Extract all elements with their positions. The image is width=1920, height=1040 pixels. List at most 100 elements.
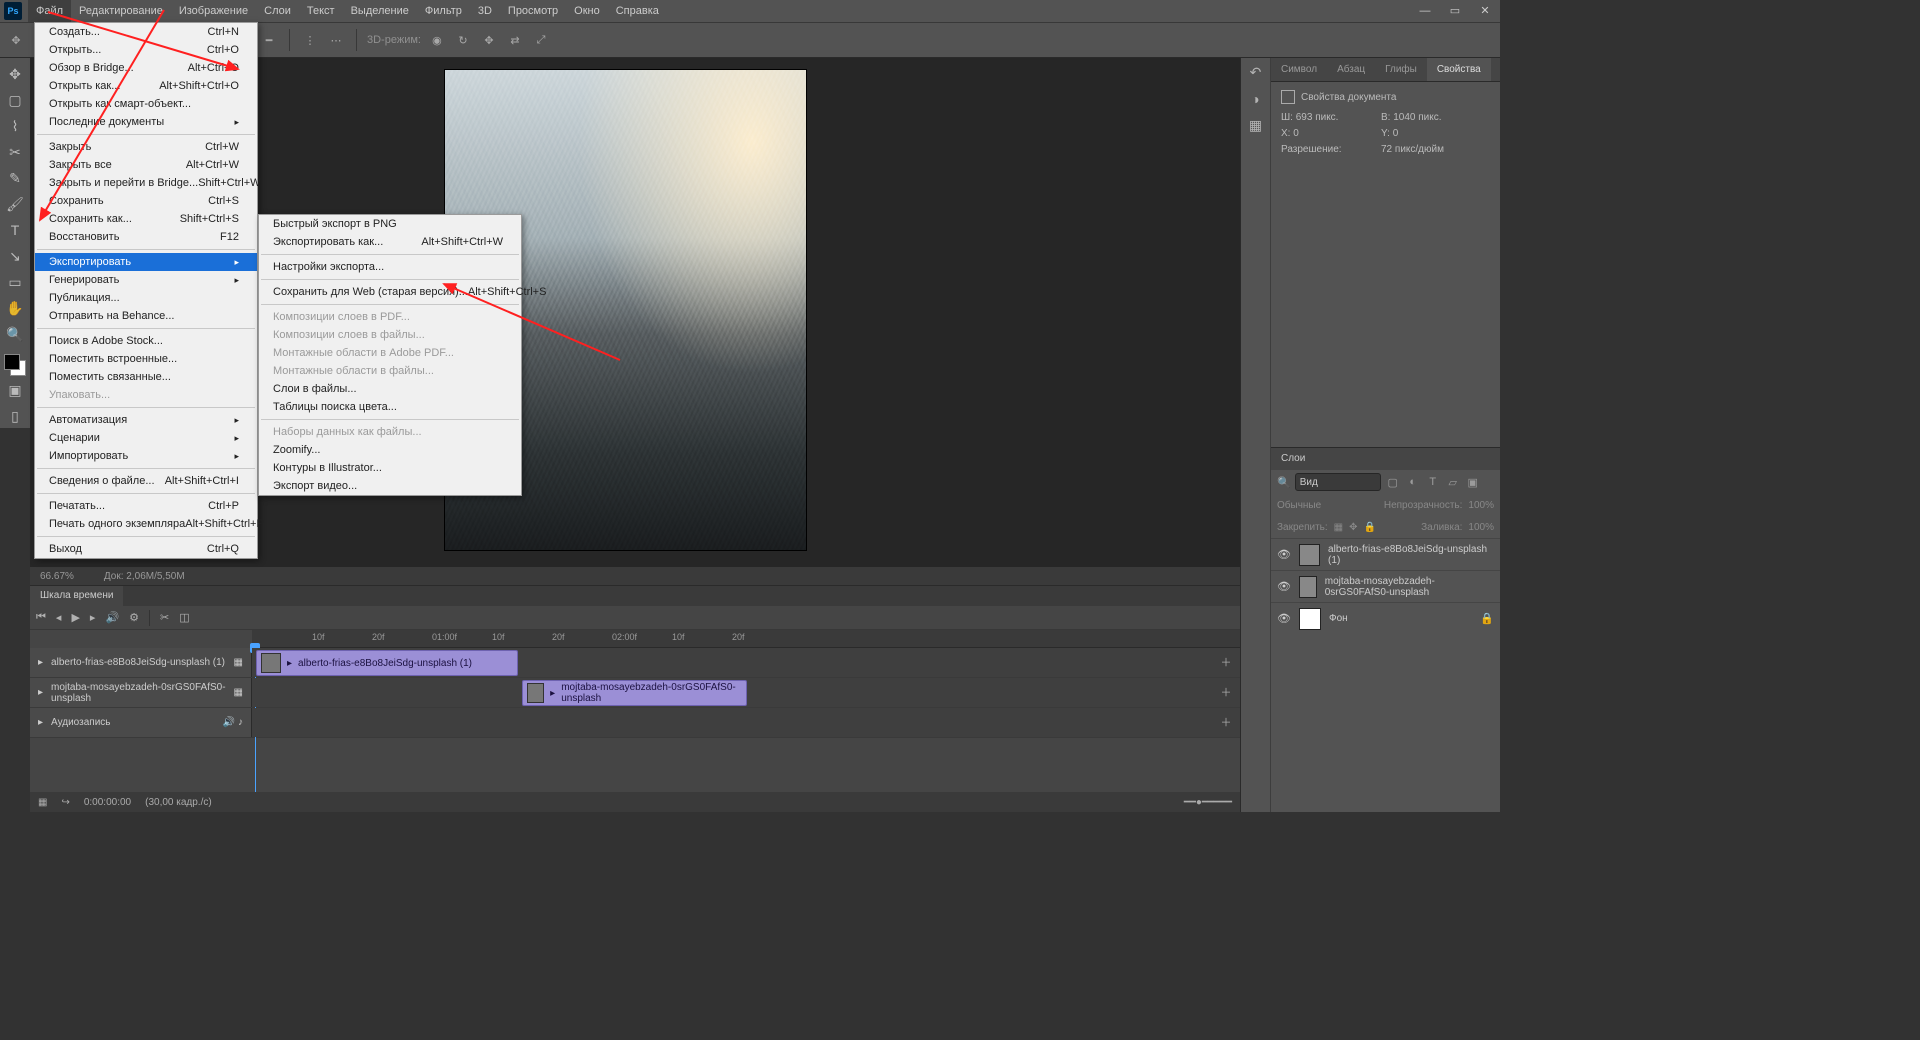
- filter-smart-icon[interactable]: ▣: [1465, 474, 1481, 490]
- transition-icon[interactable]: ◫: [179, 611, 189, 624]
- next-frame-icon[interactable]: ▸: [90, 611, 96, 624]
- lock-pixels-icon[interactable]: ▦: [1334, 522, 1343, 533]
- move-tool[interactable]: ✥: [3, 62, 27, 86]
- menuitem[interactable]: Закрыть и перейти в Bridge...Shift+Ctrl+…: [35, 174, 257, 192]
- menuitem[interactable]: Импортировать: [35, 447, 257, 465]
- roll-3d-icon[interactable]: ↻: [453, 30, 473, 50]
- menuitem[interactable]: Поиск в Adobe Stock...: [35, 332, 257, 350]
- track-menu-icon[interactable]: ▦: [234, 687, 243, 698]
- menuitem[interactable]: Публикация...: [35, 289, 257, 307]
- menu-Файл[interactable]: Файл: [28, 0, 71, 22]
- menuitem[interactable]: Обзор в Bridge...Alt+Ctrl+O: [35, 59, 257, 77]
- convert-icon[interactable]: ↪: [61, 797, 69, 808]
- menuitem[interactable]: Экспортировать: [35, 253, 257, 271]
- menuitem[interactable]: ВыходCtrl+Q: [35, 540, 257, 558]
- add-clip-icon[interactable]: ＋: [1218, 714, 1234, 730]
- timeline-tab[interactable]: Шкала времени: [30, 586, 123, 606]
- tab-Абзац[interactable]: Абзац: [1327, 58, 1375, 81]
- menuitem[interactable]: Поместить встроенные...: [35, 350, 257, 368]
- slide-3d-icon[interactable]: ⇄: [505, 30, 525, 50]
- menu-Фильтр[interactable]: Фильтр: [417, 0, 470, 22]
- menu-Просмотр[interactable]: Просмотр: [500, 0, 566, 22]
- lasso-tool[interactable]: ⌇: [3, 114, 27, 138]
- menuitem[interactable]: Печать одного экземпляраAlt+Shift+Ctrl+P: [35, 515, 257, 533]
- layers-tab[interactable]: Слои: [1271, 448, 1315, 470]
- marquee-tool[interactable]: ▢: [3, 88, 27, 112]
- menuitem[interactable]: Настройки экспорта...: [259, 258, 521, 276]
- crop-tool[interactable]: ✂: [3, 140, 27, 164]
- menuitem[interactable]: Экспорт видео...: [259, 477, 521, 495]
- color-swatch[interactable]: [4, 354, 26, 376]
- zoom-slider[interactable]: ━━●━━━━━: [1184, 797, 1232, 808]
- menuitem[interactable]: Экспортировать как...Alt+Shift+Ctrl+W: [259, 233, 521, 251]
- menuitem[interactable]: Открыть как смарт-объект...: [35, 95, 257, 113]
- filter-kind-select[interactable]: Вид: [1295, 473, 1381, 491]
- filter-icon[interactable]: 🔍: [1277, 476, 1291, 489]
- menuitem[interactable]: Открыть как...Alt+Shift+Ctrl+O: [35, 77, 257, 95]
- filter-type-icon[interactable]: T: [1425, 474, 1441, 490]
- add-clip-icon[interactable]: ＋: [1218, 684, 1234, 700]
- lock-all-icon[interactable]: 🔒: [1364, 522, 1376, 533]
- visibility-icon[interactable]: 👁: [1277, 548, 1291, 561]
- expand-icon[interactable]: ▸: [38, 657, 43, 668]
- menuitem[interactable]: Создать...Ctrl+N: [35, 23, 257, 41]
- menuitem[interactable]: Сведения о файле...Alt+Shift+Ctrl+I: [35, 472, 257, 490]
- tab-Свойства[interactable]: Свойства: [1427, 58, 1491, 81]
- audio-track-icon[interactable]: 🔊 ♪: [223, 717, 243, 728]
- split-icon[interactable]: ✂: [160, 611, 169, 624]
- brush-tool[interactable]: 🖌: [3, 192, 27, 216]
- menu-Текст[interactable]: Текст: [299, 0, 343, 22]
- track-menu-icon[interactable]: ▦: [234, 657, 243, 668]
- filter-image-icon[interactable]: ▢: [1385, 474, 1401, 490]
- minimize-icon[interactable]: —: [1410, 0, 1440, 22]
- menuitem[interactable]: Контуры в Illustrator...: [259, 459, 521, 477]
- menuitem[interactable]: Сохранить для Web (старая версия)...Alt+…: [259, 283, 521, 301]
- menu-Изображение[interactable]: Изображение: [171, 0, 256, 22]
- menuitem[interactable]: ЗакрытьCtrl+W: [35, 138, 257, 156]
- menuitem[interactable]: Последние документы: [35, 113, 257, 131]
- frame-mode-icon[interactable]: ▦: [38, 797, 47, 808]
- menuitem[interactable]: Сохранить как...Shift+Ctrl+S: [35, 210, 257, 228]
- filter-shape-icon[interactable]: ▱: [1445, 474, 1461, 490]
- menuitem[interactable]: Таблицы поиска цвета...: [259, 398, 521, 416]
- menu-Справка[interactable]: Справка: [608, 0, 667, 22]
- add-clip-icon[interactable]: ＋: [1218, 654, 1234, 670]
- menuitem[interactable]: Открыть...Ctrl+O: [35, 41, 257, 59]
- menu-Редактирование[interactable]: Редактирование: [71, 0, 171, 22]
- tab-Глифы[interactable]: Глифы: [1375, 58, 1427, 81]
- menuitem[interactable]: Быстрый экспорт в PNG: [259, 215, 521, 233]
- menuitem[interactable]: Автоматизация: [35, 411, 257, 429]
- blend-mode-select[interactable]: Обычные: [1277, 500, 1321, 511]
- timeline-clip[interactable]: ▸alberto-frias-e8Bo8JeiSdg-unsplash (1): [256, 650, 518, 676]
- color-icon[interactable]: ◑: [1251, 91, 1259, 107]
- timeline-clip[interactable]: ▸mojtaba-mosayebzadeh-0srGS0FAfS0-unspla…: [522, 680, 747, 706]
- close-icon[interactable]: ✕: [1470, 0, 1500, 22]
- filter-adjust-icon[interactable]: ◐: [1405, 474, 1421, 490]
- menu-Слои[interactable]: Слои: [256, 0, 299, 22]
- path-tool[interactable]: ↘: [3, 244, 27, 268]
- maximize-icon[interactable]: ▭: [1440, 0, 1470, 22]
- zoom-level[interactable]: 66.67%: [40, 571, 74, 582]
- expand-clip-icon[interactable]: ▸: [287, 658, 292, 669]
- menu-Окно[interactable]: Окно: [566, 0, 608, 22]
- menuitem[interactable]: ВосстановитьF12: [35, 228, 257, 246]
- fill-value[interactable]: 100%: [1468, 522, 1494, 533]
- expand-icon[interactable]: ▸: [38, 687, 43, 698]
- zoom-tool[interactable]: 🔍: [3, 322, 27, 346]
- distribute-v-icon[interactable]: ⋯: [326, 30, 346, 50]
- orbit-3d-icon[interactable]: ◉: [427, 30, 447, 50]
- menuitem[interactable]: Сценарии: [35, 429, 257, 447]
- quickmask-icon[interactable]: ▣: [3, 378, 27, 402]
- audio-icon[interactable]: 🔊: [105, 611, 119, 624]
- visibility-icon[interactable]: 👁: [1277, 580, 1291, 593]
- expand-icon[interactable]: ▸: [38, 717, 43, 728]
- layer-row[interactable]: 👁alberto-frias-e8Bo8JeiSdg-unsplash (1): [1271, 538, 1500, 570]
- tab-Символ[interactable]: Символ: [1271, 58, 1327, 81]
- menuitem[interactable]: Печатать...Ctrl+P: [35, 497, 257, 515]
- layer-row[interactable]: 👁mojtaba-mosayebzadeh-0srGS0FAfS0-unspla…: [1271, 570, 1500, 602]
- expand-clip-icon[interactable]: ▸: [550, 688, 555, 699]
- hand-tool[interactable]: ✋: [3, 296, 27, 320]
- zoom-3d-icon[interactable]: ⤢: [531, 30, 551, 50]
- opacity-value[interactable]: 100%: [1468, 500, 1494, 511]
- move-tool-icon[interactable]: ✥: [6, 30, 26, 50]
